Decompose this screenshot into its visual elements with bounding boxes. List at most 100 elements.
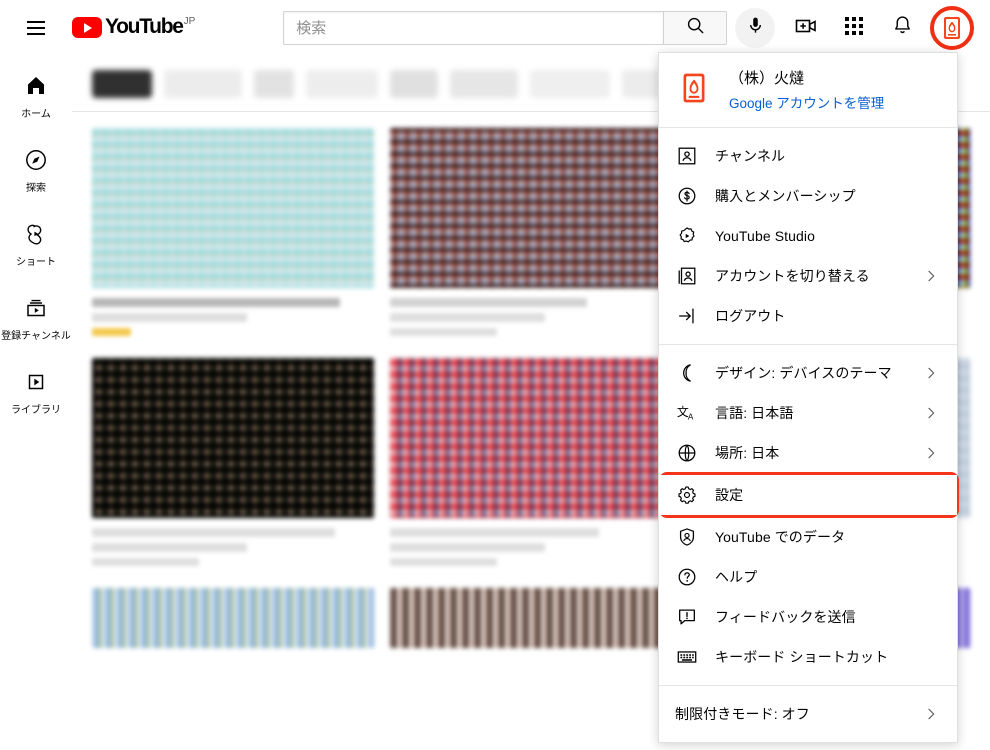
menu-item-location[interactable]: 場所: 日本 [659, 433, 957, 473]
search-button[interactable] [663, 11, 728, 45]
sidebar: ホーム 探索 ショート 登録チャンネル ライブラリ [0, 56, 72, 750]
globe-icon [675, 441, 699, 465]
menu-item-keyboard-shortcuts[interactable]: キーボード ショートカット [659, 637, 957, 677]
gear-icon [675, 483, 699, 507]
video-card[interactable] [92, 358, 374, 572]
filter-chip[interactable] [306, 69, 378, 98]
menu-item-your-data-in-youtube[interactable]: YouTube でのデータ [659, 517, 957, 557]
menu-item-label: YouTube でのデータ [715, 529, 846, 545]
video-thumbnail[interactable] [92, 128, 374, 288]
menu-item-youtube-studio[interactable]: YouTube Studio [659, 216, 957, 256]
channel-placeholder [390, 543, 546, 552]
search-icon [685, 15, 706, 41]
account-menu-group-3: 制限付きモード: オフ [659, 686, 957, 742]
filter-chip[interactable] [254, 69, 294, 98]
menu-item-label: チャンネル [715, 148, 786, 164]
manage-google-account-link[interactable]: Google アカウントを管理 [729, 95, 884, 113]
menu-item-label: キーボード ショートカット [715, 649, 889, 665]
menu-item-label: 購入とメンバーシップ [715, 188, 856, 204]
video-thumbnail[interactable] [92, 358, 374, 518]
account-menu-group-2: デザイン: デバイスのテーマ 文 A 言語: 日本語 場所: 日本 設定 You… [659, 345, 959, 686]
create-video-button[interactable] [786, 8, 826, 48]
video-card[interactable] [390, 358, 672, 572]
account-avatar-button[interactable] [930, 6, 974, 50]
account-name: （株）火燵 [729, 70, 805, 87]
video-card[interactable] [92, 128, 374, 342]
search-input[interactable] [296, 19, 652, 37]
search-area [283, 8, 776, 48]
menu-item-purchases-memberships[interactable]: 購入とメンバーシップ [659, 176, 957, 216]
shorts-icon [24, 222, 48, 251]
menu-item-label: アカウントを切り替える [715, 268, 870, 284]
create-video-icon [794, 14, 818, 43]
menu-item-label: 設定 [715, 487, 744, 503]
menu-item-send-feedback[interactable]: フィードバックを送信 [659, 597, 957, 637]
chevron-right-icon [921, 445, 941, 461]
sidebar-item-home[interactable]: ホーム [0, 60, 72, 134]
notifications-bell-icon [891, 14, 914, 42]
video-thumbnail[interactable] [92, 588, 374, 648]
menu-item-language[interactable]: 文 A 言語: 日本語 [659, 393, 957, 433]
video-meta [390, 528, 672, 566]
apps-grid-icon [844, 16, 864, 41]
svg-text:A: A [688, 412, 694, 421]
top-right-actions [786, 6, 990, 50]
menu-item-appearance[interactable]: デザイン: デバイスのテーマ [659, 353, 957, 393]
logout-arrow-icon [675, 304, 699, 328]
menu-item-help[interactable]: ヘルプ [659, 557, 957, 597]
hamburger-icon[interactable] [16, 8, 56, 48]
video-thumbnail[interactable] [390, 358, 672, 518]
notifications-button[interactable] [882, 8, 922, 48]
menu-item-label: ヘルプ [715, 569, 758, 585]
settings-highlight-wrapper: 設定 [659, 472, 959, 518]
filter-chip[interactable] [390, 69, 438, 98]
video-meta [92, 298, 374, 336]
sidebar-item-label: ホーム [21, 109, 51, 120]
channel-person-icon [675, 144, 699, 168]
dollar-circle-icon [675, 184, 699, 208]
youtube-logo[interactable]: YouTube JP [72, 8, 195, 48]
youtube-apps-button[interactable] [834, 8, 874, 48]
account-menu-header: （株）火燵 Google アカウントを管理 [659, 53, 957, 128]
filter-chip[interactable] [164, 69, 242, 98]
search-box[interactable] [283, 11, 664, 45]
video-thumbnail[interactable] [390, 588, 672, 648]
sidebar-item-label: ショート [16, 257, 56, 268]
sidebar-item-subscriptions[interactable]: 登録チャンネル [0, 282, 72, 356]
library-icon [24, 370, 48, 399]
sidebar-item-explore[interactable]: 探索 [0, 134, 72, 208]
video-card[interactable] [92, 588, 374, 648]
sidebar-item-library[interactable]: ライブラリ [0, 356, 72, 430]
subscriptions-icon [24, 296, 48, 325]
video-meta [92, 528, 374, 566]
video-card[interactable] [390, 128, 672, 342]
views-placeholder [390, 558, 498, 566]
menu-item-label: 言語: 日本語 [715, 405, 794, 421]
chevron-right-icon [921, 365, 941, 381]
title-placeholder [92, 528, 335, 537]
filter-chip[interactable] [530, 69, 610, 98]
switch-account-icon [675, 264, 699, 288]
filter-chip[interactable] [92, 69, 152, 98]
studio-gear-icon [675, 224, 699, 248]
menu-item-switch-account[interactable]: アカウントを切り替える [659, 256, 957, 296]
feedback-icon [675, 605, 699, 629]
avatar-highlight-ring [930, 6, 974, 50]
youtube-logo-text: YouTube [105, 15, 184, 38]
menu-item-logout[interactable]: ログアウト [659, 296, 957, 336]
channel-placeholder [390, 313, 546, 322]
menu-item-settings[interactable]: 設定 [659, 475, 957, 515]
help-circle-icon [675, 565, 699, 589]
sidebar-item-shorts[interactable]: ショート [0, 208, 72, 282]
voice-search-button[interactable] [735, 8, 776, 48]
title-placeholder [92, 298, 341, 307]
menu-item-restricted-mode[interactable]: 制限付きモード: オフ [659, 694, 957, 734]
views-placeholder [92, 558, 200, 566]
video-card[interactable] [390, 588, 672, 648]
menu-item-channel[interactable]: チャンネル [659, 136, 957, 176]
video-thumbnail[interactable] [390, 128, 672, 288]
sidebar-item-label: 登録チャンネル [1, 331, 71, 342]
youtube-page: ホーム 探索 ショート 登録チャンネル ライブラリ YouTube JP 検索 … [0, 0, 990, 750]
filter-chip[interactable] [450, 69, 518, 98]
data-shield-icon [675, 525, 699, 549]
